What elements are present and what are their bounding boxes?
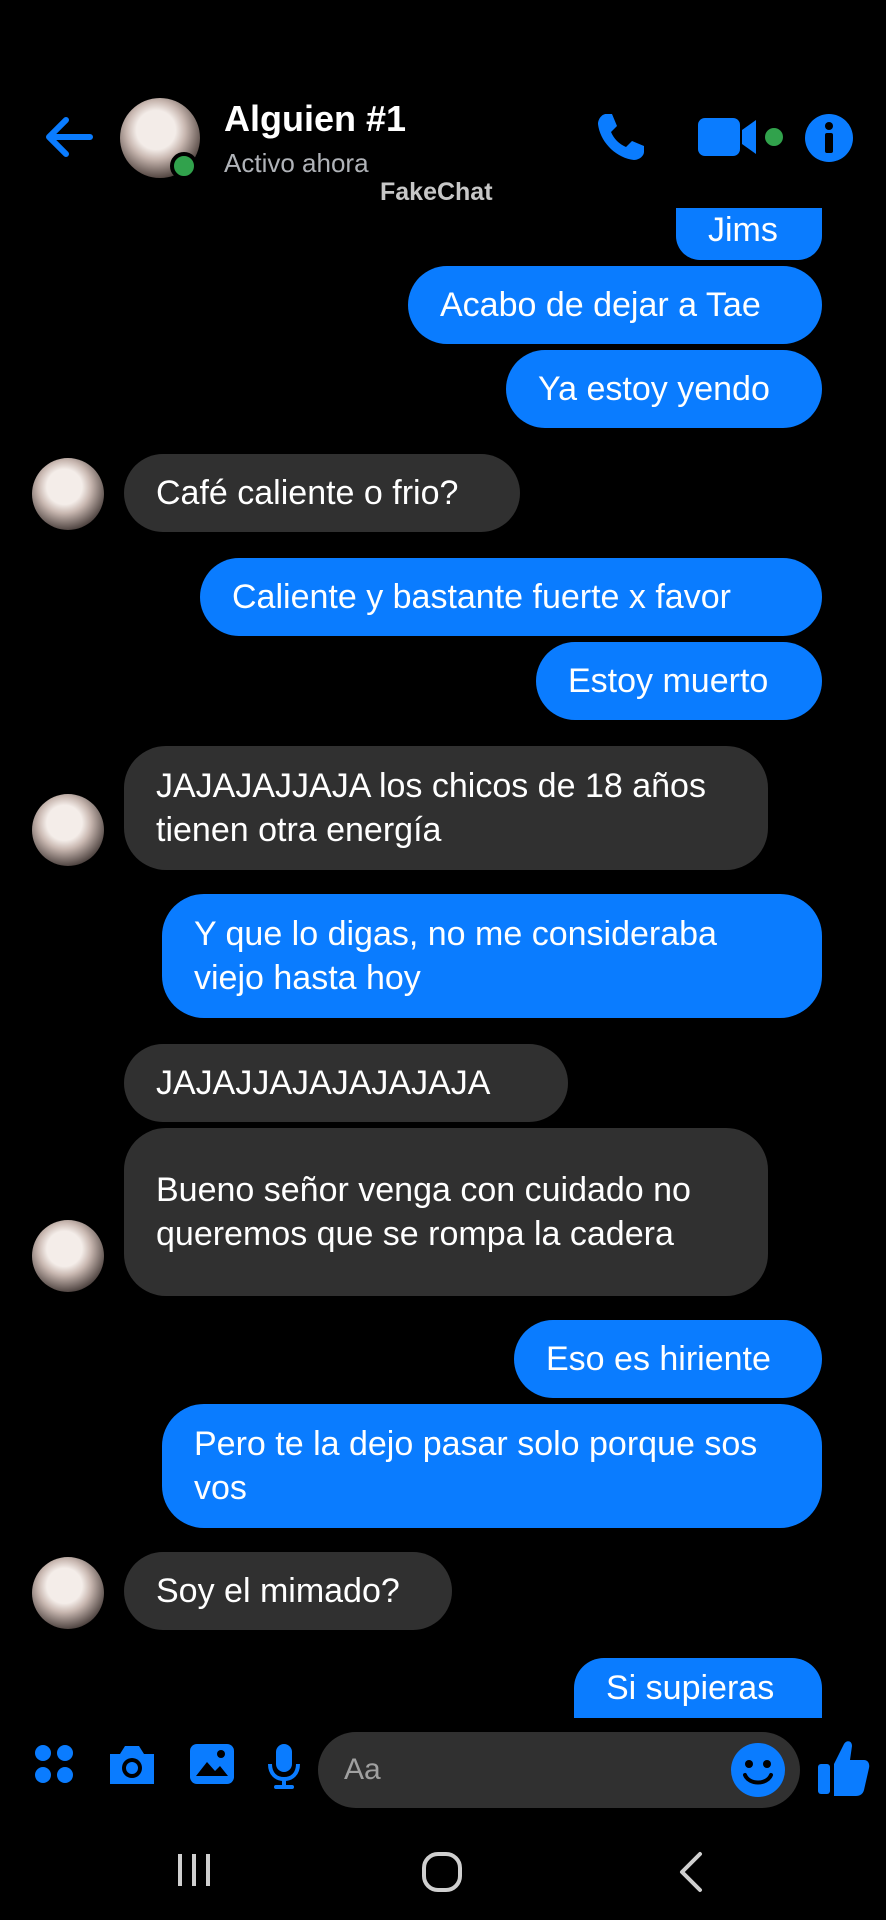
home-icon[interactable] [420,1850,464,1894]
message-outgoing[interactable]: Acabo de dejar a Tae [408,266,822,344]
message-outgoing[interactable]: Eso es hiriente [514,1320,822,1398]
message-incoming[interactable]: Soy el mimado? [124,1552,452,1630]
message-outgoing[interactable]: Y que lo digas, no me consideraba viejo … [162,894,822,1018]
watermark: FakeChat [380,178,493,206]
recent-apps-icon[interactable] [174,1850,214,1890]
contact-avatar-small [32,458,104,530]
message-incoming[interactable]: JAJAJJAJAJAJAJAJA [124,1044,568,1122]
message-input-placeholder: Aa [344,1753,381,1786]
message-incoming[interactable]: Bueno señor venga con cuidado no queremo… [124,1128,768,1296]
message-outgoing[interactable]: Ya estoy yendo [506,350,822,428]
apps-icon[interactable] [32,1742,76,1786]
info-icon[interactable] [804,113,854,163]
contact-avatar-small [32,1220,104,1292]
message-incoming[interactable]: JAJAJAJJAJA los chicos de 18 años tienen… [124,746,768,870]
contact-avatar-small [32,1557,104,1629]
back-icon[interactable] [676,1850,706,1894]
online-status-dot [170,152,198,180]
message-outgoing[interactable]: Estoy muerto [536,642,822,720]
message-input[interactable] [318,1732,800,1808]
message-outgoing[interactable]: Si supieras [574,1658,822,1718]
phone-icon[interactable] [592,110,648,166]
video-camera-icon[interactable] [696,110,792,166]
back-arrow-icon[interactable] [40,112,100,162]
contact-status: Activo ahora [224,148,369,178]
message-outgoing[interactable]: Pero te la dejo pasar solo porque sos vo… [162,1404,822,1528]
message-outgoing[interactable]: Caliente y bastante fuerte x favor [200,558,822,636]
message-incoming[interactable]: Café caliente o frio? [124,454,520,532]
message-outgoing[interactable]: Jims [676,208,822,260]
camera-icon[interactable] [106,1742,158,1786]
contact-avatar-small [32,794,104,866]
thumbs-up-icon[interactable] [816,1738,870,1798]
emoji-icon[interactable] [730,1742,786,1798]
contact-name[interactable]: Alguien #1 [224,98,406,140]
gallery-icon[interactable] [188,1742,236,1786]
microphone-icon[interactable] [266,1742,302,1790]
